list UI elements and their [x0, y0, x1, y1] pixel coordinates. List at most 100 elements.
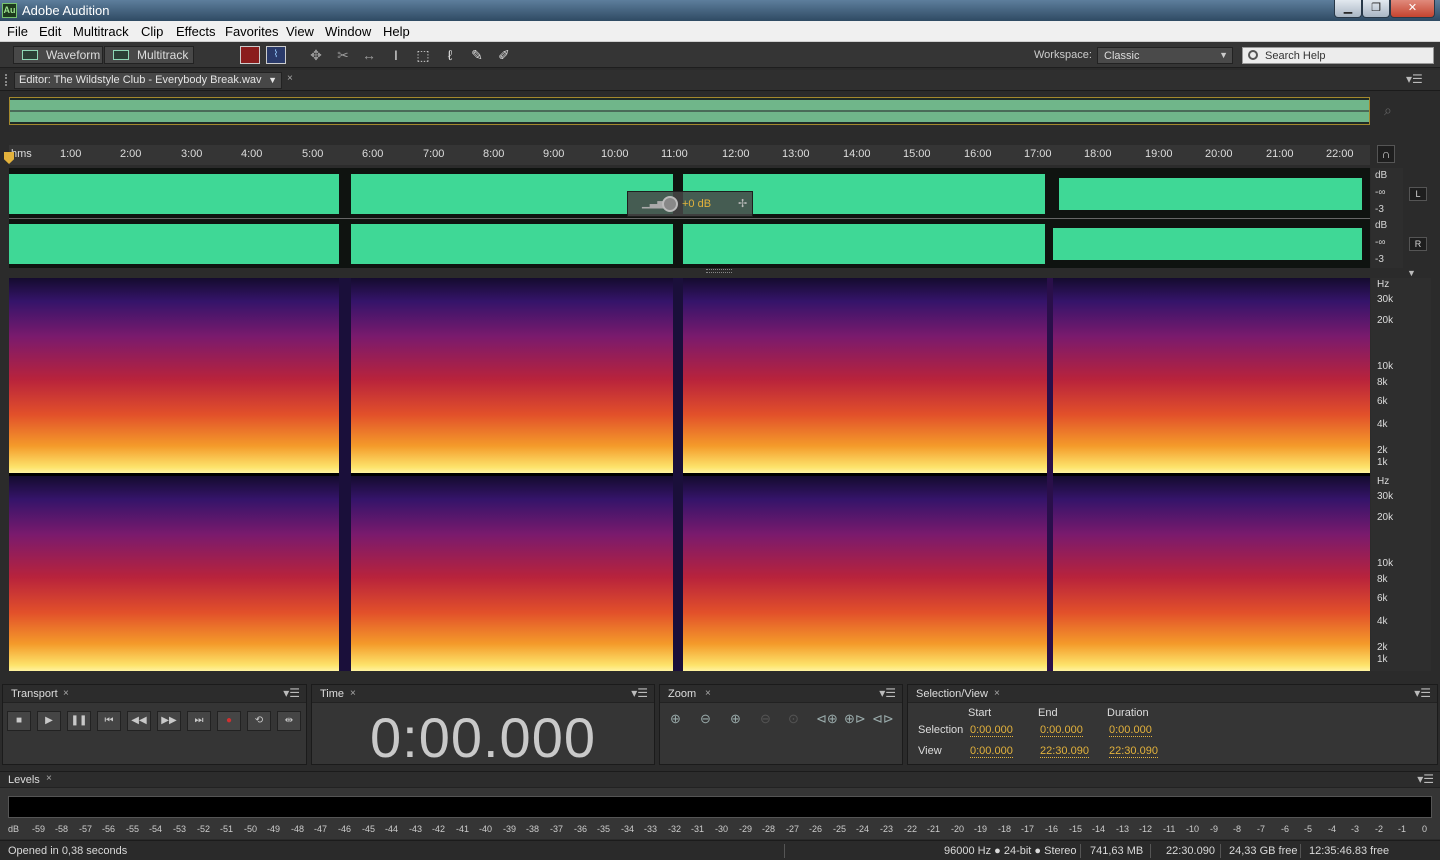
selection-row-label: Selection — [918, 724, 964, 736]
zoom-in-time-icon[interactable]: ⊕ — [730, 711, 741, 727]
level-scale-tick: -16 — [1045, 824, 1059, 834]
workspace-select[interactable]: Classic ▼ — [1097, 47, 1233, 64]
view-end[interactable]: 22:30.090 — [1040, 745, 1089, 758]
zoom-reset-icon[interactable]: ⊲⊳ — [872, 711, 894, 727]
menu-file[interactable]: File — [7, 24, 28, 39]
move-tool-icon[interactable]: ✥ — [307, 47, 325, 63]
razor-tool-icon[interactable]: ✂ — [334, 47, 352, 63]
pause-button[interactable]: ❚❚ — [67, 711, 91, 731]
panel-menu-icon[interactable]: ▾☰ — [1417, 772, 1434, 786]
headphone-icon[interactable]: ∩ — [1377, 145, 1395, 163]
zoom-out-amplitude-icon[interactable]: ⊖ — [700, 711, 711, 727]
selection-end[interactable]: 0:00.000 — [1040, 724, 1083, 737]
zoom-header: Zoom × ▾☰ — [660, 685, 902, 703]
selection-view-panel: Selection/View × ▾☰ Start End Duration Sel… — [907, 684, 1438, 765]
go-to-start-button[interactable]: ⏮ — [97, 711, 121, 731]
waveform-display[interactable] — [9, 168, 1370, 268]
waveform-right-segment — [1053, 228, 1362, 260]
overview-center-line — [10, 110, 1369, 112]
rewind-button[interactable]: ◀◀ — [127, 711, 151, 731]
selection-duration[interactable]: 0:00.000 — [1109, 724, 1152, 737]
menu-effects[interactable]: Effects — [176, 24, 216, 39]
overview-bar[interactable] — [9, 97, 1370, 125]
spectral-frequency-icon[interactable] — [240, 46, 260, 64]
close-tab-icon[interactable]: × — [287, 73, 293, 84]
close-panel-icon[interactable]: × — [63, 688, 69, 699]
menu-view[interactable]: View — [286, 24, 314, 39]
time-ruler[interactable]: hms 1:00 2:00 3:00 4:00 5:00 6:00 7:00 8… — [9, 145, 1370, 165]
editor-tab[interactable]: Editor: The Wildstyle Club - Everybody B… — [14, 72, 282, 89]
panel-menu-icon[interactable]: ▾☰ — [631, 686, 648, 700]
spectral-pitch-icon[interactable]: ⌇ — [266, 46, 286, 64]
chevron-down-icon[interactable]: ▼ — [268, 73, 277, 88]
close-panel-icon[interactable]: × — [350, 688, 356, 699]
panel-menu-icon[interactable]: ▾☰ — [283, 686, 300, 700]
zoom-in-right-icon[interactable]: ⊕⊳ — [844, 711, 866, 727]
maximize-button[interactable]: ❐ — [1362, 0, 1390, 18]
level-scale-tick: -1 — [1398, 824, 1407, 834]
status-divider — [1080, 844, 1081, 858]
menu-edit[interactable]: Edit — [39, 24, 61, 39]
loop-button[interactable]: ⟲ — [247, 711, 271, 731]
minimize-button[interactable]: ▁ — [1334, 0, 1362, 18]
marquee-tool-icon[interactable]: ⬚ — [414, 47, 432, 63]
pin-icon[interactable]: ✢ — [738, 197, 747, 210]
menu-help[interactable]: Help — [383, 24, 410, 39]
fast-forward-button[interactable]: ▶▶ — [157, 711, 181, 731]
hud-volume-value[interactable]: +0 dB — [682, 198, 711, 210]
panel-menu-icon[interactable]: ▾☰ — [1406, 72, 1423, 86]
left-channel-toggle[interactable]: L — [1409, 187, 1427, 201]
status-free: 24,33 GB free — [1229, 845, 1298, 857]
zoom-selection-icon[interactable]: ⊙ — [788, 711, 799, 727]
menu-multitrack[interactable]: Multitrack — [73, 24, 129, 39]
minus3-label: -3 — [1375, 254, 1384, 265]
menu-favorites[interactable]: Favorites — [225, 24, 278, 39]
spot-healing-icon[interactable]: ✐ — [495, 47, 513, 63]
multitrack-button[interactable]: Multitrack — [104, 46, 194, 64]
stop-button[interactable]: ■ — [7, 711, 31, 731]
splitter-handle[interactable] — [706, 269, 732, 273]
view-duration[interactable]: 22:30.090 — [1109, 745, 1158, 758]
skip-button[interactable]: ⇹ — [277, 711, 301, 731]
volume-knob[interactable] — [662, 196, 678, 212]
lasso-tool-icon[interactable]: ℓ — [441, 47, 459, 63]
close-panel-icon[interactable]: × — [705, 688, 711, 699]
close-panel-icon[interactable]: × — [46, 773, 52, 784]
play-button[interactable]: ▶ — [37, 711, 61, 731]
time-selection-icon[interactable]: I — [387, 47, 405, 63]
zoom-navigator-icon[interactable]: ⌕ — [1384, 102, 1392, 119]
menu-window[interactable]: Window — [325, 24, 371, 39]
brush-tool-icon[interactable]: ✎ — [468, 47, 486, 63]
zoom-in-left-icon[interactable]: ⊲⊕ — [816, 711, 838, 727]
ruler-tick: 20:00 — [1205, 148, 1233, 160]
search-input[interactable]: Search Help — [1242, 47, 1434, 64]
close-panel-icon[interactable]: × — [994, 688, 1000, 699]
grip-icon[interactable] — [5, 74, 9, 86]
right-channel-toggle[interactable]: R — [1409, 237, 1427, 251]
view-start[interactable]: 0:00.000 — [970, 745, 1013, 758]
go-to-end-button[interactable]: ⏭ — [187, 711, 211, 731]
waveform-label: Waveform — [46, 48, 101, 62]
db-label: dB — [1375, 170, 1388, 181]
level-scale-tick: -13 — [1116, 824, 1130, 834]
spectral-display[interactable] — [9, 278, 1370, 671]
zoom-out-full-icon[interactable]: ⊖ — [760, 711, 771, 727]
level-scale-tick: -7 — [1257, 824, 1266, 834]
close-button[interactable]: ✕ — [1390, 0, 1435, 18]
slip-tool-icon[interactable]: ↔ — [360, 47, 378, 63]
level-scale-tick: -14 — [1092, 824, 1106, 834]
level-scale-tick: -12 — [1139, 824, 1153, 834]
ruler-tick: 6:00 — [362, 148, 384, 160]
hud-volume[interactable]: ▁▃▅ +0 dB ✢ — [627, 191, 753, 217]
waveform-button[interactable]: Waveform — [13, 46, 103, 64]
waveform-right-segment — [9, 224, 339, 264]
record-button[interactable]: ● — [217, 711, 241, 731]
panel-menu-icon[interactable]: ▾☰ — [879, 686, 896, 700]
quiet-gap — [1047, 278, 1053, 671]
level-scale-tick: -19 — [974, 824, 988, 834]
panel-menu-icon[interactable]: ▾☰ — [1414, 686, 1431, 700]
selection-start[interactable]: 0:00.000 — [970, 724, 1013, 737]
chevron-down-icon[interactable]: ▼ — [1407, 268, 1416, 278]
zoom-in-amplitude-icon[interactable]: ⊕ — [670, 711, 681, 727]
menu-clip[interactable]: Clip — [141, 24, 163, 39]
